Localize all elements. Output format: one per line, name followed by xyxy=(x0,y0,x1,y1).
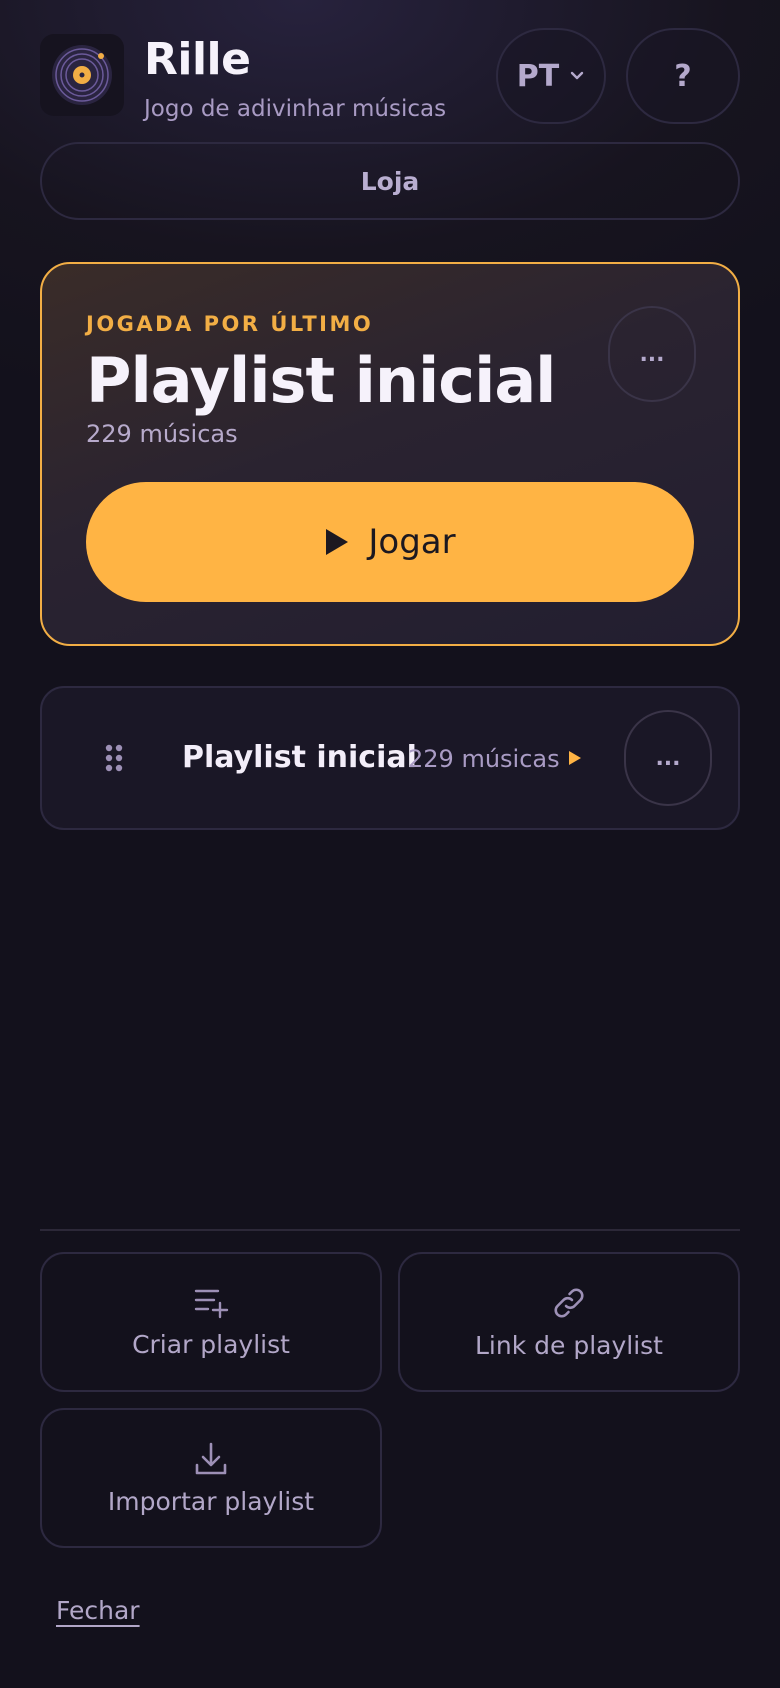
app-title: Rille xyxy=(144,34,251,85)
play-icon[interactable] xyxy=(568,750,582,770)
play-label: Jogar xyxy=(368,522,456,562)
close-link[interactable]: Fechar xyxy=(56,1596,140,1625)
last-played-count: 229 músicas xyxy=(86,420,238,448)
drag-handle-icon[interactable] xyxy=(104,744,124,776)
playlist-count: 229 músicas xyxy=(408,745,560,773)
playlist-link-button[interactable]: Link de playlist xyxy=(398,1252,740,1392)
divider xyxy=(40,1229,740,1231)
link-icon xyxy=(554,1288,584,1317)
help-button[interactable]: ? xyxy=(626,28,740,124)
more-label: ... xyxy=(655,745,681,771)
app-header: Rille Jogo de adivinhar músicas PT ? xyxy=(40,28,740,124)
download-icon xyxy=(195,1442,227,1474)
import-playlist-label: Importar playlist xyxy=(107,1486,315,1516)
playlist-row[interactable]: Playlist inicial 229 músicas ... xyxy=(40,686,740,830)
playlist-link-label: Link de playlist xyxy=(475,1330,663,1360)
play-button[interactable]: Jogar xyxy=(86,482,694,602)
create-playlist-label: Criar playlist xyxy=(132,1329,290,1359)
chevron-down-icon xyxy=(571,71,584,80)
app-subtitle: Jogo de adivinhar músicas xyxy=(144,96,447,122)
vinyl-logo-icon xyxy=(40,34,124,116)
language-label: PT xyxy=(516,58,560,94)
playlist-more-button[interactable]: ... xyxy=(624,710,712,806)
last-played-label: JOGADA POR ÚLTIMO xyxy=(86,312,374,336)
more-label: ... xyxy=(639,341,665,367)
playlist-title: Playlist inicial xyxy=(182,740,417,775)
shop-label: Loja xyxy=(360,166,420,196)
help-label: ? xyxy=(674,58,692,94)
create-playlist-button[interactable]: Criar playlist xyxy=(40,1252,382,1392)
last-played-title: Playlist inicial xyxy=(86,344,556,417)
last-played-more-button[interactable]: ... xyxy=(608,306,696,402)
last-played-card: JOGADA POR ÚLTIMO Playlist inicial 229 m… xyxy=(40,262,740,646)
shop-button[interactable]: Loja xyxy=(40,142,740,220)
import-playlist-button[interactable]: Importar playlist xyxy=(40,1408,382,1548)
playlist-add-icon xyxy=(194,1289,229,1318)
language-selector[interactable]: PT xyxy=(496,28,606,124)
play-icon xyxy=(326,529,349,555)
